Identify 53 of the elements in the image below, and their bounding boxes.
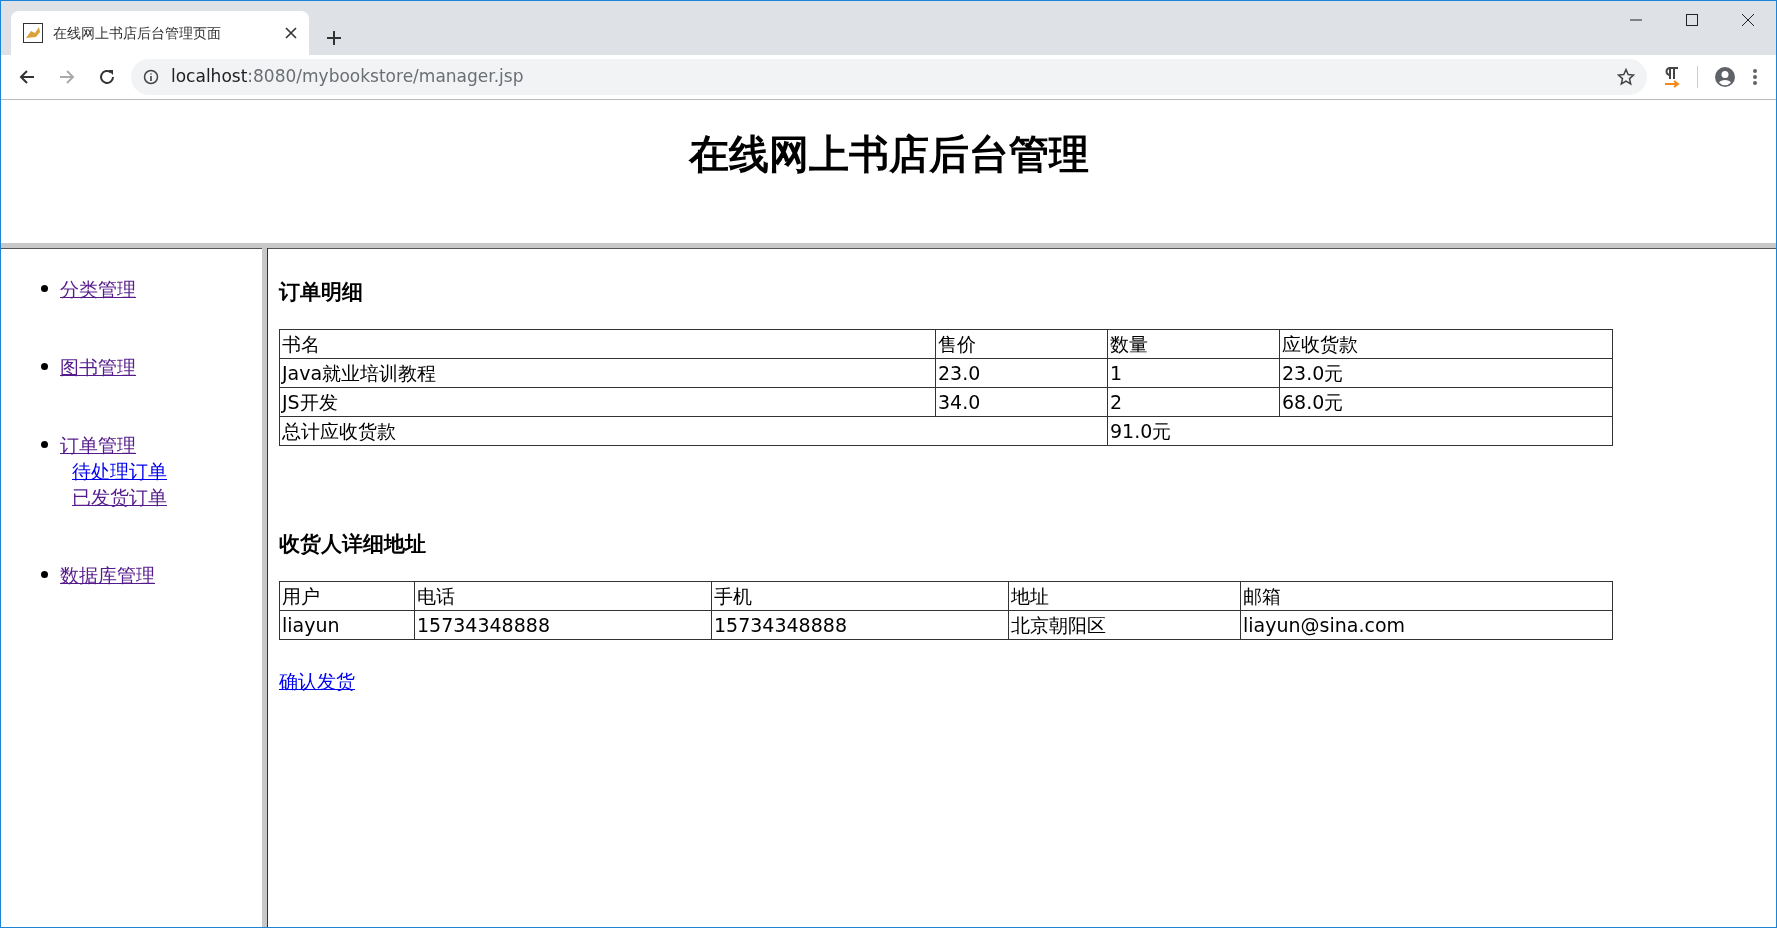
- table-cell: 2: [1107, 387, 1280, 417]
- pilcrow-arrow-icon[interactable]: [1663, 66, 1681, 88]
- column-header: 应收货款: [1279, 329, 1613, 359]
- table-cell: 1: [1107, 358, 1280, 388]
- table-cell: liayun: [279, 610, 415, 640]
- menu-icon[interactable]: [1752, 68, 1758, 86]
- nav-link[interactable]: 订单管理: [60, 432, 167, 458]
- new-tab-icon[interactable]: [325, 29, 343, 47]
- column-header: 手机: [711, 581, 1009, 611]
- table-cell: 68.0元: [1279, 387, 1613, 417]
- table-cell: Java就业培训教程: [279, 358, 936, 388]
- section-heading: 收货人详细地址: [279, 532, 427, 558]
- account-icon[interactable]: [1714, 66, 1736, 88]
- column-header: 邮箱: [1240, 581, 1613, 611]
- bullet-icon: [41, 285, 48, 292]
- table-cell: 23.0元: [1279, 358, 1613, 388]
- table-cell: 34.0: [935, 387, 1108, 417]
- column-header: 用户: [279, 581, 415, 611]
- browser-tab[interactable]: 在线网上书店后台管理页面: [11, 11, 309, 55]
- info-icon[interactable]: [143, 69, 159, 85]
- column-header: 书名: [279, 329, 936, 359]
- reload-icon[interactable]: [98, 68, 116, 86]
- bullet-icon: [41, 441, 48, 448]
- star-icon[interactable]: [1617, 68, 1635, 86]
- table-cell: 23.0: [935, 358, 1108, 388]
- nav-link[interactable]: 分类管理: [60, 276, 136, 302]
- tab-title: 在线网上书店后台管理页面: [53, 23, 222, 43]
- page-title: 在线网上书店后台管理: [688, 130, 1089, 179]
- column-header: 地址: [1008, 581, 1241, 611]
- table-cell: 总计应收货款: [279, 416, 1108, 446]
- table-cell: 北京朝阳区: [1008, 610, 1241, 640]
- table-cell: 91.0元: [1107, 416, 1613, 446]
- nav-link[interactable]: 已发货订单: [72, 484, 167, 510]
- column-header: 数量: [1107, 329, 1280, 359]
- column-header: 电话: [414, 581, 712, 611]
- table-cell: 15734348888: [414, 610, 712, 640]
- close-icon[interactable]: [285, 27, 297, 39]
- address-bar[interactable]: localhost:8080/mybookstore/manager.jsp: [131, 59, 1647, 95]
- bullet-icon: [41, 571, 48, 578]
- table-cell: JS开发: [279, 387, 936, 417]
- nav-link[interactable]: 数据库管理: [60, 562, 155, 588]
- confirm-shipment-link[interactable]: 确认发货: [279, 670, 355, 693]
- back-arrow-icon[interactable]: [18, 68, 36, 86]
- nav-link[interactable]: 待处理订单: [72, 458, 167, 484]
- column-header: 售价: [935, 329, 1108, 359]
- url-text: localhost:8080/mybookstore/manager.jsp: [171, 65, 524, 89]
- bullet-icon: [41, 363, 48, 370]
- section-heading: 订单明细: [279, 280, 364, 306]
- close-icon[interactable]: [1741, 13, 1755, 27]
- table-cell: 15734348888: [711, 610, 1009, 640]
- maximize-icon[interactable]: [1685, 13, 1699, 27]
- table-cell: liayun@sina.com: [1240, 610, 1613, 640]
- nav-link[interactable]: 图书管理: [60, 354, 136, 380]
